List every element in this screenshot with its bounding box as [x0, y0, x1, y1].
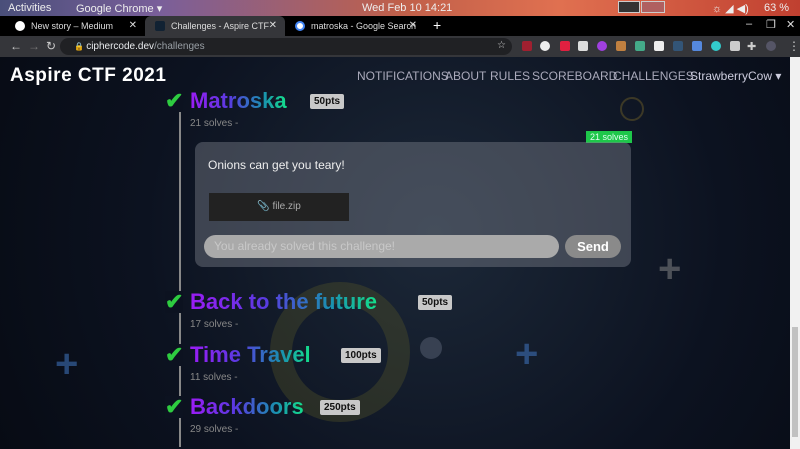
maximize-button[interactable]: ❐ [766, 18, 776, 31]
paperclip-icon: 📎 [257, 201, 270, 212]
challenge-title[interactable]: Matroska [190, 88, 287, 114]
close-tab-icon[interactable]: ✕ [129, 20, 137, 31]
user-menu[interactable]: StrawberryCow ▾ [690, 69, 781, 83]
tab-strip: New story – Medium ✕ Challenges - Aspire … [0, 16, 800, 36]
activities-button[interactable]: Activities [8, 2, 51, 14]
site-brand[interactable]: Aspire CTF 2021 [10, 65, 166, 87]
workspace-indicator-2[interactable] [641, 1, 665, 13]
tab-challenges[interactable]: Challenges - Aspire CTF ✕ [145, 16, 285, 36]
tab-label: New story – Medium [31, 21, 114, 31]
decor-plus: + [658, 247, 682, 291]
check-icon: ✔ [165, 342, 184, 367]
back-icon[interactable]: ← [10, 39, 22, 53]
flag-input[interactable]: You already solved this challenge! [204, 235, 559, 258]
extension-icon[interactable] [730, 41, 740, 51]
solves-count: 11 solves - [190, 372, 238, 383]
extensions-puzzle-icon[interactable]: ✚ [747, 40, 756, 53]
file-download-button[interactable]: 📎 file.zip [209, 193, 349, 221]
nav-notifications[interactable]: NOTIFICATIONS [357, 69, 449, 83]
check-icon: ✔ [165, 394, 184, 419]
scrollbar-thumb[interactable] [792, 327, 798, 437]
challenge-title[interactable]: Back to the future [190, 289, 377, 315]
extension-icon[interactable] [635, 41, 645, 51]
profile-avatar[interactable] [766, 41, 776, 51]
extension-icon[interactable] [616, 41, 626, 51]
extension-icon[interactable] [540, 41, 550, 51]
solves-count: 29 solves - [190, 424, 239, 435]
google-icon [295, 21, 305, 31]
points-badge: 250pts [320, 400, 360, 415]
extension-icon[interactable] [692, 41, 702, 51]
extension-icon[interactable] [560, 41, 570, 51]
send-button[interactable]: Send [565, 235, 621, 258]
medium-icon [15, 21, 25, 31]
nav-about[interactable]: ABOUT [445, 69, 486, 83]
url-input[interactable]: 🔒 ciphercode.dev/challenges ☆ [60, 38, 512, 55]
tab-label: Challenges - Aspire CTF [171, 21, 270, 31]
challenge-title[interactable]: Time Travel [190, 342, 311, 368]
decor-plus: + [515, 332, 539, 376]
lock-icon: 🔒 [74, 42, 87, 51]
close-tab-icon[interactable]: ✕ [269, 20, 277, 31]
extension-icon[interactable] [711, 41, 721, 51]
check-icon: ✔ [165, 289, 184, 314]
decor-dot [420, 337, 442, 359]
tab-google-search[interactable]: matroska - Google Search ✕ [285, 16, 425, 36]
reload-icon[interactable]: ↻ [46, 39, 56, 53]
extension-icon[interactable] [673, 41, 683, 51]
minimize-button[interactable]: – [746, 18, 752, 30]
url-path: /challenges [154, 41, 205, 52]
tab-label: matroska - Google Search [311, 21, 417, 31]
decor-plus: + [55, 342, 79, 386]
chrome-menu-icon[interactable]: ⋮ [788, 39, 800, 53]
challenge-panel: Onions can get you teary! 📎 file.zip You… [195, 142, 631, 267]
nav-scoreboard[interactable]: SCOREBOARD [532, 69, 617, 83]
file-name: file.zip [272, 201, 301, 212]
system-tray-icons[interactable]: ☼ ◢ ◀) [712, 2, 749, 15]
decor-ring [620, 97, 644, 121]
workspace-indicator[interactable] [618, 1, 640, 13]
nav-rules[interactable]: RULES [490, 69, 530, 83]
points-badge: 50pts [418, 295, 453, 310]
challenge-title[interactable]: Backdoors [190, 394, 304, 420]
ctf-icon [155, 21, 165, 31]
extension-icon[interactable] [597, 41, 607, 51]
address-bar-row: ← → ↻ 🔒 ciphercode.dev/challenges ☆ ✚ ⋮ [0, 36, 800, 57]
app-menu[interactable]: Google Chrome ▾ [76, 2, 162, 15]
extension-icon[interactable] [522, 41, 532, 51]
extension-icon[interactable] [654, 41, 664, 51]
battery-level[interactable]: 63 % [764, 2, 789, 14]
forward-icon[interactable]: → [28, 39, 40, 53]
tab-medium[interactable]: New story – Medium ✕ [5, 16, 145, 36]
solves-count: 17 solves - [190, 319, 239, 330]
page-content: + + + Aspire CTF 2021 NOTIFICATIONS ABOU… [0, 57, 790, 449]
new-tab-button[interactable]: + [433, 17, 441, 33]
check-icon: ✔ [165, 88, 184, 113]
points-badge: 100pts [341, 348, 381, 363]
points-badge: 50pts [310, 94, 345, 109]
system-top-bar: Activities Google Chrome ▾ Wed Feb 10 14… [0, 0, 800, 16]
close-window-button[interactable]: ✕ [786, 18, 795, 31]
url-host: ciphercode.dev [86, 41, 155, 52]
nav-challenges[interactable]: CHALLENGES [613, 69, 694, 83]
solves-count: 21 solves - [190, 118, 239, 129]
clock[interactable]: Wed Feb 10 14:21 [362, 2, 452, 14]
extension-icon[interactable] [578, 41, 588, 51]
bookmark-star-icon[interactable]: ☆ [497, 40, 506, 51]
page-scrollbar[interactable] [790, 57, 800, 449]
challenge-description: Onions can get you teary! [208, 158, 345, 172]
close-tab-icon[interactable]: ✕ [409, 20, 417, 31]
